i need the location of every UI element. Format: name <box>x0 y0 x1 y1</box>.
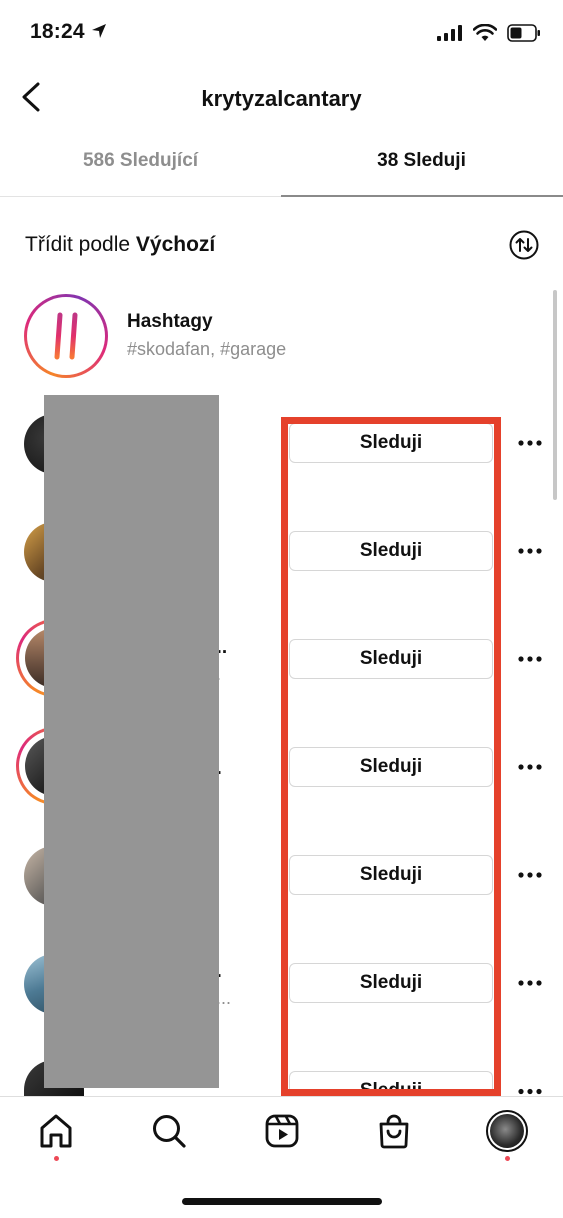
battery-icon <box>507 24 540 42</box>
profile-avatar-image <box>490 1114 524 1148</box>
scrollbar[interactable] <box>553 290 557 500</box>
home-indicator[interactable] <box>182 1198 382 1205</box>
status-indicators <box>437 24 541 42</box>
cellular-signal-icon <box>437 25 462 41</box>
more-options-icon[interactable] <box>517 979 543 987</box>
hashtags-avatar <box>27 297 105 375</box>
sort-label[interactable]: Třídit podle Výchozí <box>25 233 215 257</box>
page-title: krytyzalcantary <box>201 86 362 111</box>
more-options-icon[interactable] <box>517 1087 543 1096</box>
reels-icon[interactable] <box>264 1113 300 1149</box>
tab-following[interactable]: 38 Sleduji <box>281 150 562 172</box>
home-notification-dot <box>54 1156 59 1161</box>
more-options-icon[interactable] <box>517 655 543 663</box>
sort-order-icon[interactable] <box>509 230 539 260</box>
home-icon[interactable] <box>38 1113 74 1149</box>
location-arrow-icon <box>91 24 106 38</box>
wifi-icon <box>473 24 497 41</box>
tab-active-indicator <box>281 195 563 197</box>
shop-icon[interactable] <box>376 1113 412 1149</box>
hashtag-icon <box>45 312 87 360</box>
more-options-icon[interactable] <box>517 439 543 447</box>
redaction-block <box>44 395 219 1088</box>
highlight-frame <box>281 417 501 1096</box>
hashtags-subtitle: #skodafan, #garage <box>127 339 287 359</box>
sort-value: Výchozí <box>135 233 216 256</box>
profile-avatar[interactable] <box>486 1110 528 1152</box>
search-icon[interactable] <box>151 1113 187 1149</box>
sort-prefix: Třídit podle <box>25 233 136 256</box>
hashtags-title[interactable]: Hashtagy <box>127 311 213 333</box>
tab-followers[interactable]: 586 Sledující <box>0 150 281 172</box>
status-time: 18:24 <box>30 20 107 44</box>
tab-bar-divider <box>0 1096 563 1097</box>
more-options-icon[interactable] <box>517 547 543 555</box>
more-options-icon[interactable] <box>517 763 543 771</box>
profile-notification-dot <box>505 1156 510 1161</box>
more-options-icon[interactable] <box>517 871 543 879</box>
